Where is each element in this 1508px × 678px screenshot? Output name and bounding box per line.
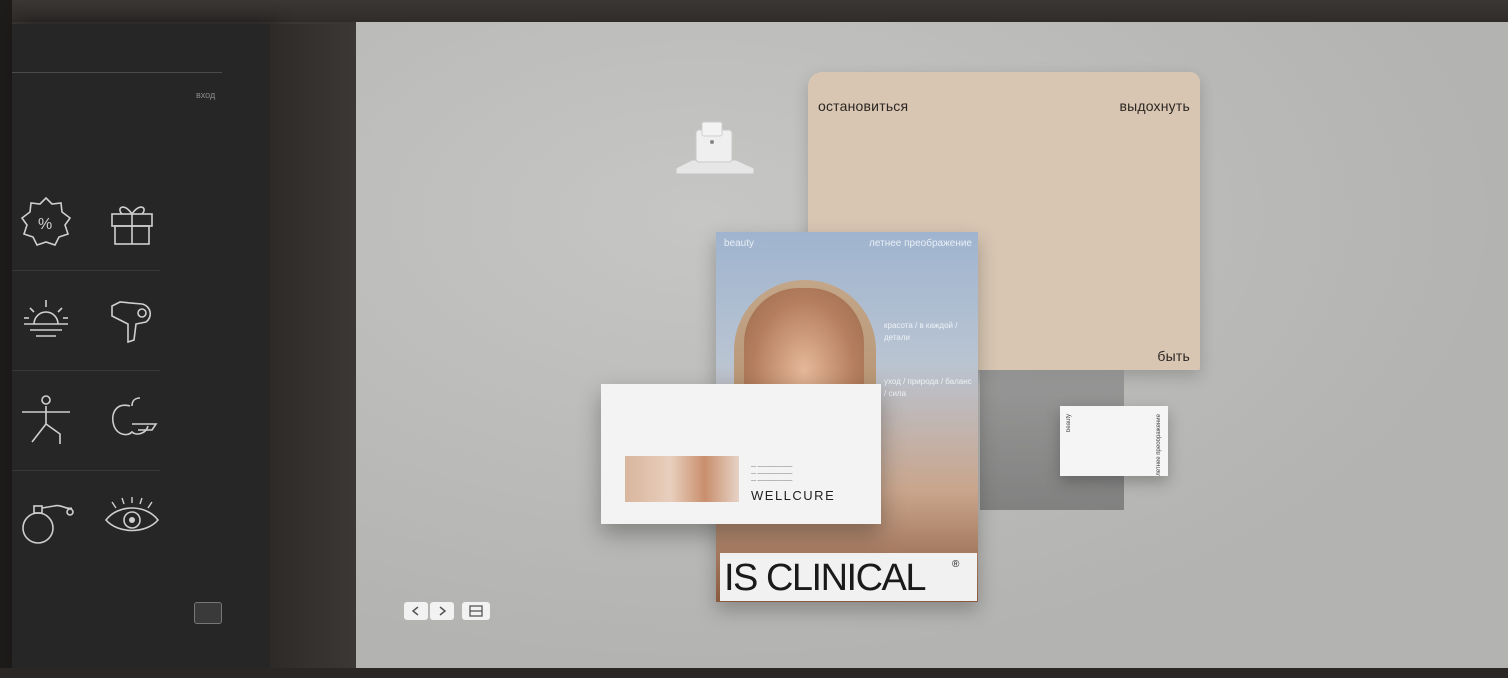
brand-bar: IS CLINICAL ® (720, 553, 977, 601)
brand-mark: ® (952, 559, 960, 570)
hair-dryer-icon[interactable] (102, 290, 162, 350)
poster-side-text-2: уход / природа / баланс / сила (884, 377, 972, 398)
business-card: beauty летнее преображение (1060, 406, 1168, 476)
card-text-right: летнее преображение (1156, 414, 1162, 476)
left-edge (0, 0, 12, 678)
poster-side-text-1: красота / в каждой / детали (884, 321, 958, 342)
next-icon (439, 606, 447, 616)
envelope-logo: WELLCURE (751, 488, 836, 503)
bottom-band (0, 668, 1508, 678)
row-divider (12, 270, 160, 271)
eye-icon[interactable] (102, 490, 162, 550)
binder-clip-icon (672, 120, 758, 178)
envelope: — ——————— — ——————— — ——————— WELLCURE (601, 384, 881, 524)
address-line: — ——————— (751, 464, 793, 470)
sunrise-icon[interactable] (16, 290, 76, 350)
next-button[interactable] (430, 602, 454, 620)
poster-top-right: летнее преображение (869, 238, 972, 249)
card-text-left: beauty (1066, 414, 1072, 433)
percent-badge-icon[interactable]: % (16, 192, 76, 252)
envelope-address: — ——————— — ——————— — ——————— (751, 464, 792, 485)
folder-text-right: выдохнуть (1119, 98, 1190, 114)
panel-divider (12, 72, 222, 73)
expand-icon[interactable] (194, 602, 222, 624)
prev-button[interactable] (404, 602, 428, 620)
left-panel: вход % (12, 24, 270, 670)
brand-name: IS CLINICAL (724, 557, 927, 599)
address-line: — ——————— (751, 471, 793, 477)
gutter (270, 24, 356, 670)
folder-text-bottom: быть (1157, 348, 1190, 364)
perfume-bottle-icon[interactable] (16, 490, 76, 550)
gift-icon[interactable] (102, 192, 162, 252)
row-divider (12, 370, 160, 371)
apple-hand-icon[interactable] (102, 390, 162, 450)
prev-icon (411, 606, 419, 616)
svg-text:%: % (38, 216, 52, 233)
envelope-window-image (625, 456, 739, 502)
panel-small-label[interactable]: вход (196, 90, 215, 100)
top-bar (0, 0, 1508, 22)
yoga-pose-icon[interactable] (16, 390, 76, 450)
row-divider (12, 470, 160, 471)
mockup-canvas: остановиться выдохнуть быть beauty летне… (356, 22, 1508, 668)
grid-button[interactable] (462, 602, 490, 620)
folder-text-left: остановиться (818, 98, 909, 114)
address-line: — ——————— (751, 478, 793, 484)
poster-top-left: beauty (724, 238, 755, 249)
grid-icon (469, 605, 483, 617)
